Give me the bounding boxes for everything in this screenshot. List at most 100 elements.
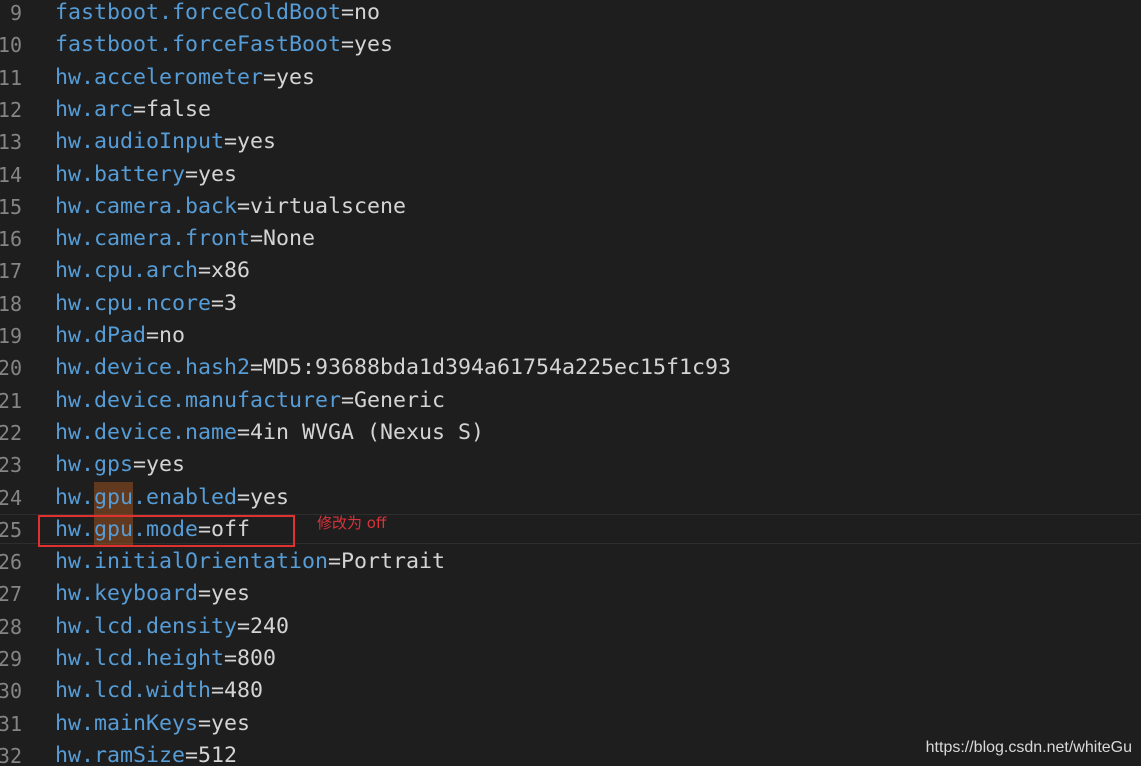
- property-value: Portrait: [341, 549, 446, 575]
- equals-sign: =: [211, 678, 225, 704]
- code-text[interactable]: hw.cpu.arch=x86: [55, 258, 250, 284]
- line-number: 16: [0, 227, 22, 252]
- code-line[interactable]: 16 hw.camera.front=None: [0, 226, 1141, 258]
- line-number: 29: [0, 647, 22, 671]
- property-value: 240: [250, 613, 290, 639]
- code-text[interactable]: hw.battery=yes: [55, 162, 237, 188]
- line-number: 19: [0, 324, 22, 348]
- code-line[interactable]: 27 hw.keyboard=yes: [0, 581, 1141, 613]
- property-value: yes: [198, 161, 238, 187]
- code-line[interactable]: 18 hw.cpu.ncore=3: [0, 291, 1141, 323]
- code-text[interactable]: hw.keyboard=yes: [55, 581, 250, 607]
- property-value: virtualscene: [250, 193, 407, 219]
- code-line[interactable]: 24 hw.gpu.enabled=yes: [0, 485, 1141, 517]
- equals-sign: =: [198, 581, 212, 607]
- code-text[interactable]: hw.device.name=4in WVGA (Nexus S): [55, 420, 484, 446]
- property-key: hw.accelerometer: [55, 64, 264, 90]
- code-text[interactable]: hw.lcd.density=240: [55, 614, 289, 640]
- line-number: 18: [0, 291, 22, 316]
- annotation-box: [38, 515, 295, 547]
- line-number: 15: [0, 194, 22, 219]
- line-number: 21: [0, 388, 22, 413]
- code-text[interactable]: hw.accelerometer=yes: [55, 65, 315, 91]
- property-value: no: [159, 323, 186, 348]
- line-number: 20: [0, 356, 22, 381]
- property-value: x86: [211, 258, 251, 284]
- property-key: hw.dPad: [55, 323, 147, 348]
- property-value: 512: [198, 742, 238, 766]
- property-value: yes: [211, 581, 251, 607]
- code-line[interactable]: 10 fastboot.forceFastBoot=yes: [0, 32, 1141, 64]
- code-line[interactable]: 11 hw.accelerometer=yes: [0, 65, 1141, 97]
- equals-sign: =: [185, 742, 199, 766]
- code-text[interactable]: hw.camera.back=virtualscene: [55, 194, 406, 220]
- equals-sign: =: [133, 452, 147, 478]
- line-number: 25: [0, 517, 22, 542]
- equals-sign: =: [250, 355, 264, 381]
- code-line[interactable]: 17 hw.cpu.arch=x86: [0, 258, 1141, 290]
- line-number: 17: [0, 259, 22, 284]
- code-text[interactable]: hw.cpu.ncore=3: [55, 291, 237, 317]
- code-text[interactable]: hw.ramSize=512: [55, 743, 237, 766]
- property-key: hw.cpu.ncore: [55, 290, 212, 316]
- equals-sign: =: [198, 710, 212, 736]
- code-line[interactable]: 23 hw.gps=yes: [0, 452, 1141, 484]
- equals-sign: =: [328, 549, 342, 575]
- property-key: hw.cpu.arch: [55, 258, 199, 284]
- code-text[interactable]: hw.dPad=no: [55, 323, 185, 349]
- property-key: hw.camera.back: [55, 193, 238, 219]
- code-line[interactable]: 28 hw.lcd.density=240: [0, 614, 1141, 646]
- property-key: hw.mainKeys: [55, 710, 199, 736]
- property-value: false: [146, 96, 212, 122]
- code-text[interactable]: hw.initialOrientation=Portrait: [55, 549, 445, 575]
- property-key: hw.lcd.density: [55, 613, 238, 639]
- code-text[interactable]: hw.gps=yes: [55, 452, 185, 478]
- code-text[interactable]: fastboot.forceFastBoot=yes: [55, 32, 393, 58]
- watermark: https://blog.csdn.net/whiteGu: [925, 739, 1132, 756]
- property-key: hw.arc: [55, 96, 134, 122]
- code-line[interactable]: 20 hw.device.hash2=MD5:93688bda1d394a6175…: [0, 355, 1141, 387]
- code-text[interactable]: hw.lcd.height=800: [55, 646, 276, 672]
- code-editor[interactable]: 9 fastboot.forceColdBoot=no 10 fastboot.for…: [0, 0, 1141, 766]
- equals-sign: =: [211, 290, 225, 316]
- line-number: 13: [0, 130, 22, 155]
- line-number: 10: [0, 33, 22, 58]
- code-line[interactable]: 21 hw.device.manufacturer=Generic: [0, 388, 1141, 420]
- equals-sign: =: [237, 419, 251, 445]
- code-line[interactable]: 12 hw.arc=false: [0, 97, 1141, 129]
- property-value: yes: [354, 32, 394, 58]
- code-text[interactable]: hw.arc=false: [55, 97, 211, 123]
- code-line[interactable]: 13 hw.audioInput=yes: [0, 129, 1141, 161]
- line-number: 14: [0, 162, 22, 187]
- code-line[interactable]: 26 hw.initialOrientation=Portrait: [0, 549, 1141, 581]
- property-key: hw.battery: [55, 161, 186, 187]
- equals-sign: =: [146, 323, 160, 348]
- property-key: hw.device.name: [55, 419, 238, 445]
- line-number: 23: [0, 453, 22, 478]
- property-key: hw.gps: [55, 452, 134, 478]
- code-text[interactable]: hw.audioInput=yes: [55, 129, 276, 155]
- code-line[interactable]: 14 hw.battery=yes: [0, 162, 1141, 194]
- property-value: Generic: [354, 387, 446, 413]
- property-value: MD5:93688bda1d394a61754a225ec15f1c93: [263, 355, 732, 381]
- code-text[interactable]: hw.lcd.width=480: [55, 678, 263, 704]
- line-number: 9: [9, 1, 22, 25]
- property-key: hw.initialOrientation: [55, 549, 329, 575]
- code-line[interactable]: 29 hw.lcd.height=800: [0, 646, 1141, 678]
- code-line[interactable]: 30 hw.lcd.width=480: [0, 678, 1141, 710]
- code-line[interactable]: 9 fastboot.forceColdBoot=no: [0, 0, 1141, 32]
- code-line[interactable]: 22 hw.device.name=4in WVGA (Nexus S): [0, 420, 1141, 452]
- code-text[interactable]: hw.device.hash2=MD5:93688bda1d394a61754a…: [55, 355, 731, 381]
- equals-sign: =: [224, 646, 238, 671]
- code-text[interactable]: fastboot.forceColdBoot=no: [55, 0, 380, 26]
- code-text[interactable]: hw.camera.front=None: [55, 226, 315, 252]
- property-value: no: [354, 0, 381, 25]
- property-key: fastboot.forceFastBoot: [55, 32, 342, 58]
- property-key: hw.device.manufacturer: [55, 387, 342, 413]
- code-text[interactable]: hw.mainKeys=yes: [55, 711, 250, 737]
- code-text[interactable]: hw.device.manufacturer=Generic: [55, 388, 445, 414]
- code-line[interactable]: 15 hw.camera.back=virtualscene: [0, 194, 1141, 226]
- code-line[interactable]: 19 hw.dPad=no: [0, 323, 1141, 355]
- property-value: 480: [224, 678, 264, 704]
- code-text[interactable]: hw.gpu.enabled=yes: [55, 485, 289, 511]
